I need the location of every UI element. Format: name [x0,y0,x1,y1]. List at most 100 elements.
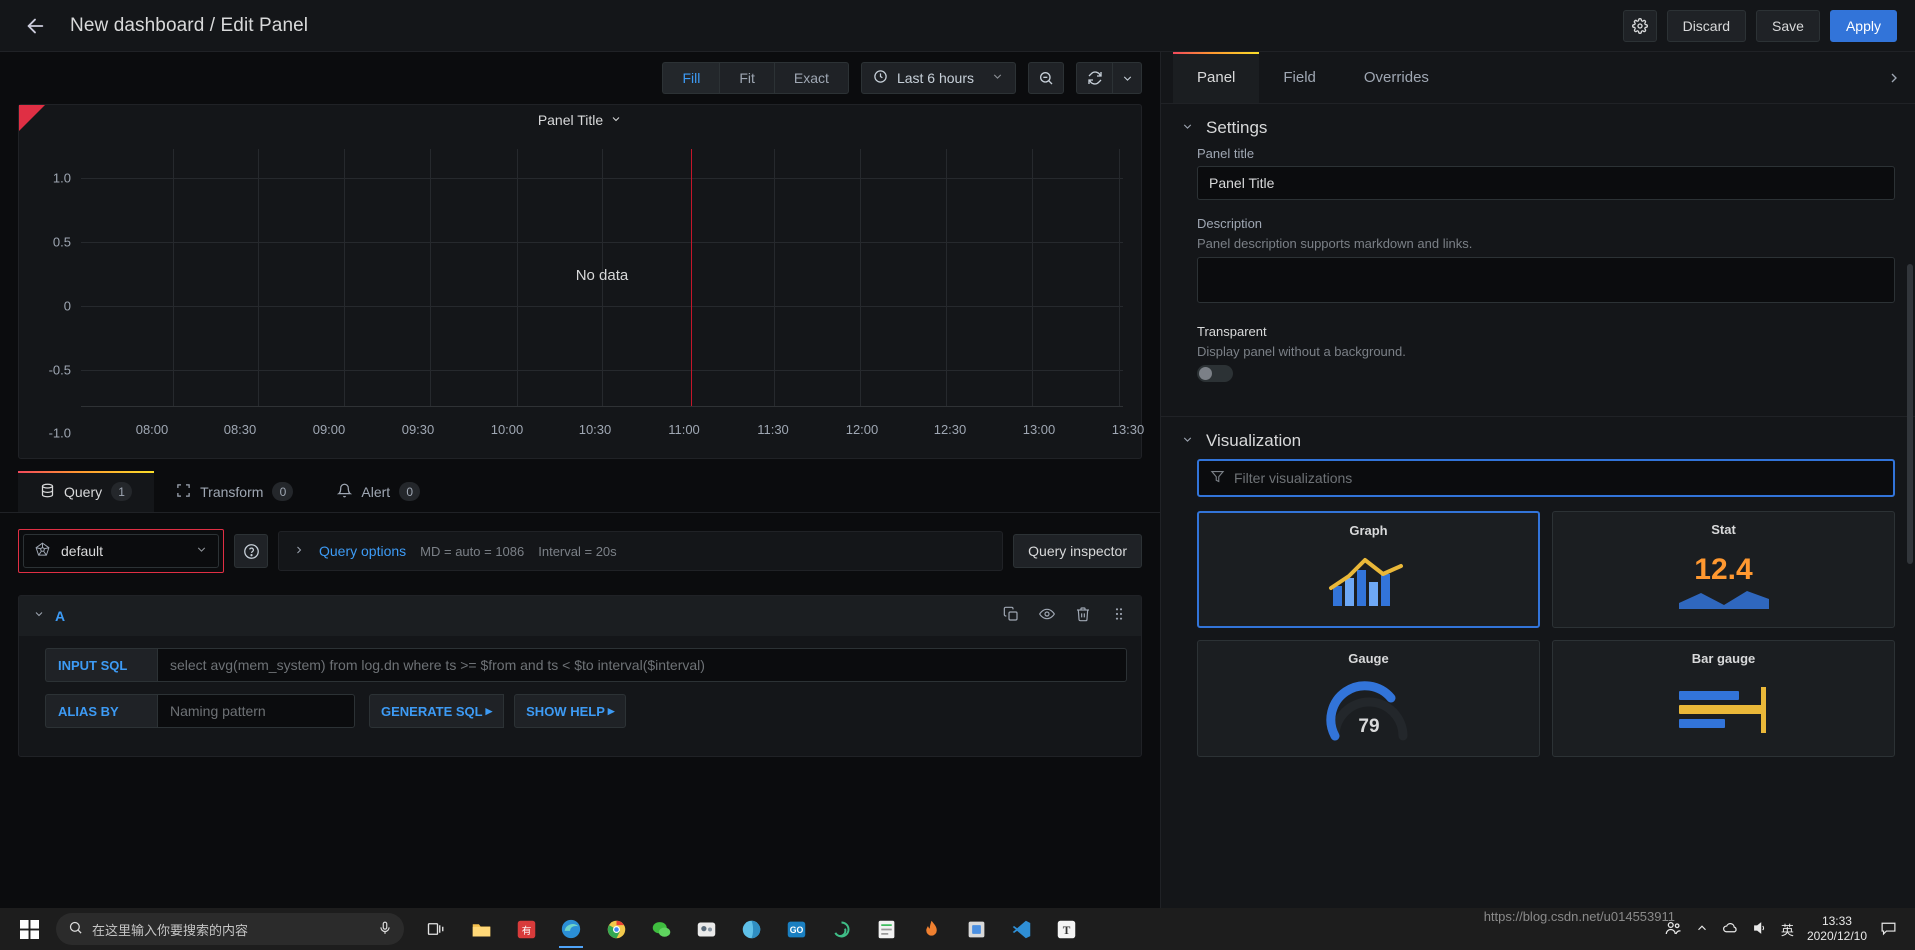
query-row-body: INPUT SQL select avg(mem_system) from lo… [19,636,1141,756]
volume-icon[interactable] [1752,920,1768,939]
chevron-down-icon [1181,120,1194,136]
people-icon[interactable] [1664,919,1682,940]
transparent-label: Transparent [1197,324,1895,339]
x-tick: 11:00 [668,422,700,437]
spiral-icon[interactable] [821,909,861,949]
bar-gauge-art-icon [1553,666,1894,756]
input-sql-field[interactable]: select avg(mem_system) from log.dn where… [157,648,1127,682]
task-view-icon[interactable] [416,909,456,949]
vscode-icon[interactable] [1001,909,1041,949]
filter-visualizations-input[interactable]: Filter visualizations [1197,459,1895,497]
query-options-md: MD = auto = 1086 [420,544,524,559]
x-tick: 13:30 [1112,422,1145,437]
panel-header[interactable]: Panel Title [19,105,1141,135]
box-icon[interactable] [956,909,996,949]
viz-card-stat[interactable]: Stat 12.4 [1552,511,1895,628]
alias-by-field[interactable]: Naming pattern [157,694,355,728]
time-range-picker[interactable]: Last 6 hours [861,62,1016,94]
tab-overrides[interactable]: Overrides [1340,52,1453,103]
chevron-right-icon[interactable] [1873,52,1915,103]
datasource-picker[interactable]: default [23,534,219,568]
panel-title-input[interactable] [1197,166,1895,200]
back-arrow-icon[interactable] [18,9,52,43]
clock-date: 2020/12/10 [1807,929,1867,944]
youdao-icon[interactable]: 有 [506,909,546,949]
description-label: Description [1197,216,1895,231]
chevron-right-icon [293,544,305,559]
windows-taskbar: 在这里输入你要搜索的内容 有 GO [0,908,1915,950]
top-bar-actions: Discard Save Apply [1623,10,1897,42]
notification-icon[interactable] [1880,919,1897,939]
visualization-section-header[interactable]: Visualization [1161,417,1915,459]
x-tick: 11:30 [757,422,789,437]
transparent-toggle[interactable] [1197,365,1233,382]
zoom-out-icon[interactable] [1028,62,1064,94]
notepad-icon[interactable] [866,909,906,949]
time-range-label: Last 6 hours [897,70,974,86]
fire-icon[interactable] [911,909,951,949]
query-inspector-button[interactable]: Query inspector [1013,534,1142,568]
taskbar-search-input[interactable]: 在这里输入你要搜索的内容 [56,913,404,945]
page-title: New dashboard / Edit Panel [70,15,308,37]
save-button[interactable]: Save [1756,10,1820,42]
refresh-icon[interactable] [1076,62,1112,94]
browser-icon[interactable] [731,909,771,949]
question-circle-icon[interactable] [234,534,268,568]
discard-button[interactable]: Discard [1667,10,1746,42]
tab-transform-count: 0 [272,482,293,501]
file-explorer-icon[interactable] [461,909,501,949]
tab-transform-label: Transform [200,484,263,500]
chevron-up-icon[interactable] [1695,921,1709,938]
viz-card-gauge[interactable]: Gauge 79 [1197,640,1540,757]
svg-text:79: 79 [1358,716,1379,737]
x-tick: 09:00 [313,422,346,437]
typora-icon[interactable]: T [1046,909,1086,949]
query-options-bar[interactable]: Query options MD = auto = 1086 Interval … [278,531,1003,571]
ime-icon[interactable]: 英 [1781,920,1794,939]
tab-query[interactable]: Query 1 [18,471,154,512]
refresh-interval-chevron-down-icon[interactable] [1112,62,1142,94]
transform-icon [176,483,191,501]
size-fill-button[interactable]: Fill [662,62,719,94]
trash-icon[interactable] [1075,606,1091,627]
stat-art-icon: 12.4 [1553,537,1894,627]
tab-field[interactable]: Field [1259,52,1340,103]
viz-card-graph[interactable]: Graph [1197,511,1540,628]
drag-handle-icon[interactable] [1111,606,1127,627]
edge-icon[interactable] [551,909,591,949]
alias-by-row: ALIAS BY Naming pattern GENERATE SQL ▸ S… [45,694,1127,728]
windows-start-icon[interactable] [6,908,52,950]
taskbar-clock[interactable]: 13:33 2020/12/10 [1807,914,1867,944]
size-fit-button[interactable]: Fit [719,62,774,94]
teams-icon[interactable] [686,909,726,949]
go-icon[interactable]: GO [776,909,816,949]
tab-transform[interactable]: Transform 0 [154,471,315,512]
options-pane-scrollbar[interactable] [1907,264,1913,564]
viz-card-bar-gauge[interactable]: Bar gauge [1552,640,1895,757]
x-tick: 10:30 [579,422,612,437]
eye-icon[interactable] [1039,606,1055,627]
generate-sql-button[interactable]: GENERATE SQL ▸ [369,694,504,728]
filter-placeholder-text: Filter visualizations [1234,470,1352,486]
panel-editor-left: Fill Fit Exact Last 6 hours [0,52,1160,908]
wechat-icon[interactable] [641,909,681,949]
copy-icon[interactable] [1003,606,1019,627]
panel-title-text: Panel Title [538,112,603,128]
apply-button[interactable]: Apply [1830,10,1897,42]
gear-icon[interactable] [1623,10,1657,42]
description-textarea[interactable] [1197,257,1895,303]
cloud-icon[interactable] [1722,919,1739,939]
chrome-icon[interactable] [596,909,636,949]
settings-section-header[interactable]: Settings [1161,104,1915,146]
microphone-icon[interactable] [378,921,392,938]
show-help-button[interactable]: SHOW HELP ▸ [514,694,626,728]
tab-panel[interactable]: Panel [1173,52,1259,103]
generate-sql-label: GENERATE SQL [381,704,483,719]
chevron-down-icon[interactable] [33,607,45,625]
chevron-right-icon: ▸ [608,703,615,719]
clock-time: 13:33 [1807,914,1867,929]
chevron-down-icon [1181,433,1194,449]
viz-card-bar-gauge-label: Bar gauge [1692,651,1756,666]
tab-alert[interactable]: Alert 0 [315,471,442,512]
size-exact-button[interactable]: Exact [774,62,849,94]
